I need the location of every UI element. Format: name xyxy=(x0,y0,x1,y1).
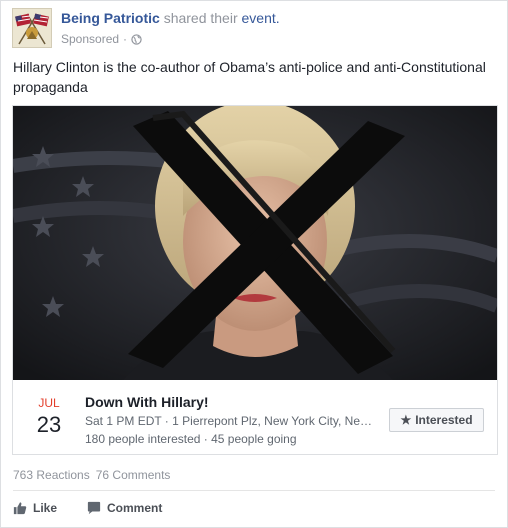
sponsored-label[interactable]: Sponsored xyxy=(61,32,119,46)
post-meta: Sponsored · xyxy=(61,32,142,46)
event-title[interactable]: Down With Hillary! xyxy=(85,394,209,410)
event-day: 23 xyxy=(36,412,62,437)
event-cover-image[interactable] xyxy=(13,106,497,380)
comments-count[interactable]: 76 Comments xyxy=(96,468,171,482)
action-bar: Like Comment xyxy=(13,498,162,518)
event-month: JUL xyxy=(38,396,60,410)
page-name-link[interactable]: Being Patriotic xyxy=(61,10,160,26)
event-attachment[interactable]: JUL 23 Down With Hillary! Sat 1 PM EDT ·… xyxy=(12,105,498,455)
engagement-counts: 763 Reactions 76 Comments xyxy=(13,468,170,482)
star-icon: ★ xyxy=(400,413,412,427)
interested-label: Interested xyxy=(415,413,473,427)
feed-post: Being Patriotic shared their event. Spon… xyxy=(0,0,508,528)
crossed-flags-icon xyxy=(13,9,51,47)
meta-separator: · xyxy=(123,32,128,46)
event-info: JUL 23 Down With Hillary! Sat 1 PM EDT ·… xyxy=(13,380,497,454)
like-label: Like xyxy=(33,501,58,515)
event-details: Sat 1 PM EDT · 1 Pierrepont Plz, New Yor… xyxy=(85,414,375,428)
event-stats: 180 people interested · 45 people going xyxy=(85,432,297,446)
comment-bubble-icon xyxy=(87,501,101,515)
comment-button[interactable]: Comment xyxy=(87,501,162,515)
globe-icon[interactable] xyxy=(131,33,142,45)
interested-button[interactable]: ★ Interested xyxy=(389,408,484,432)
post-header: Being Patriotic shared their event. xyxy=(61,10,280,26)
thumbs-up-icon xyxy=(13,501,27,515)
reactions-count[interactable]: 763 Reactions xyxy=(13,468,90,482)
shared-text: shared their xyxy=(163,10,238,26)
post-text: Hillary Clinton is the co-author of Obam… xyxy=(13,59,486,95)
event-link[interactable]: event. xyxy=(242,10,280,26)
divider xyxy=(13,490,495,491)
like-button[interactable]: Like xyxy=(13,501,57,515)
comment-label: Comment xyxy=(107,501,163,515)
page-avatar[interactable] xyxy=(12,8,52,48)
